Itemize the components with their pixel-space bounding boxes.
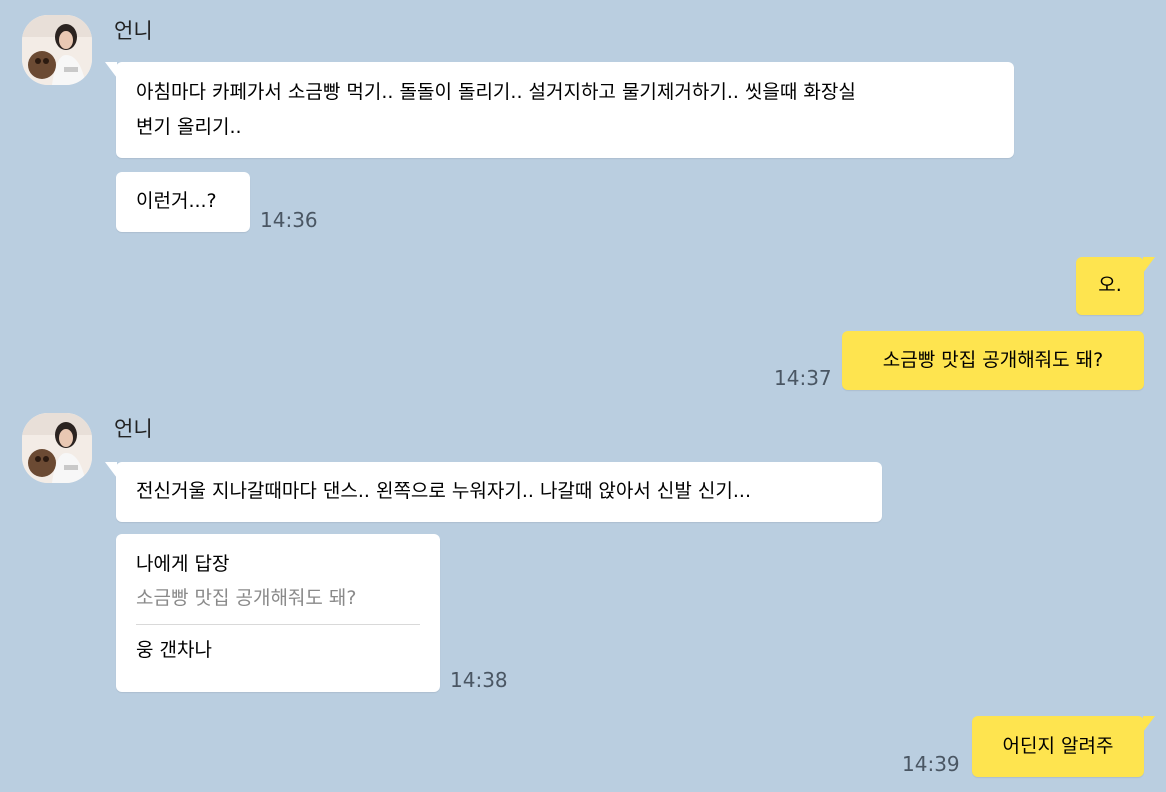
sender-name: 언니 bbox=[114, 19, 153, 43]
message-timestamp: 14:39 bbox=[902, 752, 960, 776]
message-bubble[interactable]: 오. bbox=[1076, 257, 1155, 315]
reply-quoted-message[interactable]: 소금빵 맛집 공개해줘도 돼? bbox=[136, 581, 420, 615]
message-text: 전신거울 지나갈때마다 댄스.. 왼쪽으로 누워자기.. 나갈때 앉아서 신발 … bbox=[136, 480, 751, 502]
message-bubble[interactable]: 이런거...? bbox=[116, 172, 250, 232]
sender-name: 언니 bbox=[114, 417, 153, 441]
bubble-tail bbox=[1143, 257, 1155, 273]
message-text-line: 아침마다 카페가서 소금빵 먹기.. 돌돌이 돌리기.. 설거지하고 물기제거하… bbox=[136, 81, 856, 103]
sender-avatar[interactable] bbox=[22, 15, 92, 85]
profile-photo-icon bbox=[22, 413, 92, 483]
sender-avatar[interactable] bbox=[22, 413, 92, 483]
message-timestamp: 14:37 bbox=[774, 366, 832, 390]
message-bubble[interactable]: 전신거울 지나갈때마다 댄스.. 왼쪽으로 누워자기.. 나갈때 앉아서 신발 … bbox=[105, 462, 882, 522]
reply-message-bubble[interactable]: 나에게 답장 소금빵 맛집 공개해줘도 돼? 웅 갠차나 bbox=[116, 534, 440, 692]
message-timestamp: 14:38 bbox=[450, 668, 508, 692]
bubble-tail bbox=[105, 462, 117, 478]
message-timestamp: 14:36 bbox=[260, 208, 318, 232]
message-bubble[interactable]: 어딘지 알려주 bbox=[972, 716, 1155, 777]
message-text: 어딘지 알려주 bbox=[1002, 735, 1114, 757]
message-text: 웅 갠차나 bbox=[136, 639, 212, 661]
reply-divider bbox=[136, 624, 420, 625]
message-bubble[interactable]: 소금빵 맛집 공개해줘도 돼? bbox=[842, 331, 1144, 390]
message-text: 소금빵 맛집 공개해줘도 돼? bbox=[882, 349, 1104, 371]
message-text-line: 변기 올리기.. bbox=[136, 116, 242, 138]
reply-title: 나에게 답장 bbox=[136, 553, 230, 575]
bubble-tail bbox=[105, 62, 117, 78]
bubble-tail bbox=[1143, 716, 1155, 732]
message-text: 오. bbox=[1098, 274, 1122, 296]
profile-photo-icon bbox=[22, 15, 92, 85]
message-text: 이런거...? bbox=[136, 190, 217, 212]
message-bubble[interactable]: 아침마다 카페가서 소금빵 먹기.. 돌돌이 돌리기.. 설거지하고 물기제거하… bbox=[105, 62, 1014, 158]
